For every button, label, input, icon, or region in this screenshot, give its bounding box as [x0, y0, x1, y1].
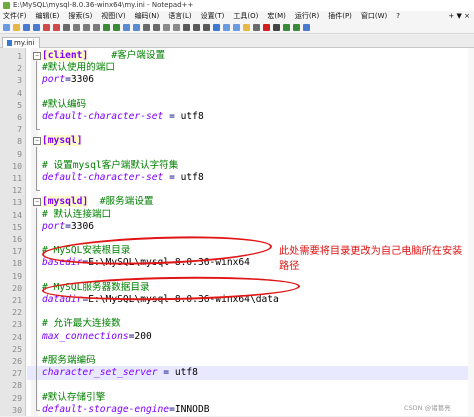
code-token-key: port	[42, 74, 66, 86]
code-text: default-storage-engine=INNODB	[42, 403, 210, 417]
menu-item[interactable]: 工具(O)	[233, 11, 258, 22]
title-bar: E:\MySQL\mysql-8.0.36-winx64\my.ini - No…	[0, 0, 474, 11]
code-token-val: 3306	[70, 220, 94, 232]
code-token-key: max_connections	[42, 330, 129, 342]
code-token-cm: #默认使用的端口	[42, 62, 115, 74]
fold-toggle-icon[interactable]: −	[33, 198, 41, 207]
fold-end-tick	[36, 409, 40, 411]
code-token-sec: [client]	[42, 50, 89, 61]
menu-item[interactable]: ?	[396, 11, 400, 22]
cut-icon[interactable]	[73, 24, 80, 31]
open-file-icon[interactable]	[13, 24, 20, 31]
redo-icon[interactable]	[113, 24, 120, 31]
code-token-val	[88, 50, 111, 61]
menu-item[interactable]: 编辑(E)	[36, 11, 60, 22]
code-token-cm: #服务端设置	[99, 196, 154, 208]
close-all-icon[interactable]	[53, 24, 60, 31]
menu-item[interactable]: 宏(M)	[267, 11, 286, 22]
paste-icon[interactable]	[93, 24, 100, 31]
code-token-val: 200	[134, 330, 152, 342]
menu-item[interactable]: 编码(N)	[135, 11, 160, 22]
indent-guide-icon[interactable]	[203, 24, 210, 31]
annotation-text: 此处需要将目录更改为自己电脑所在安装路径	[279, 246, 463, 272]
folder-ws-icon[interactable]	[243, 24, 250, 31]
code-token-key: port	[42, 220, 66, 232]
code-token-val: INNODB	[174, 403, 210, 415]
code-token-key: default-character-set	[42, 172, 164, 183]
window-controls[interactable]: + ▼ ×	[448, 11, 474, 22]
code-token-cm: # 默认连接端口	[42, 208, 112, 220]
stop-icon[interactable]	[273, 24, 280, 31]
code-line[interactable]: 30 default-storage-engine=INNODB	[0, 402, 474, 417]
close-icon[interactable]	[43, 24, 50, 31]
code-token-key: default-character-set	[42, 111, 164, 122]
code-token-val: utf8	[174, 367, 198, 379]
undo-icon[interactable]	[103, 24, 110, 31]
play-multi-icon[interactable]	[293, 24, 300, 31]
fold-toggle-icon[interactable]: −	[33, 52, 41, 60]
window-title: E:\MySQL\mysql-8.0.36-winx64\my.ini - No…	[13, 1, 194, 9]
fold-end-tick	[36, 129, 40, 131]
sync-v-icon[interactable]	[163, 24, 170, 31]
zoom-out-icon[interactable]	[153, 24, 160, 31]
sync-h-icon[interactable]	[173, 24, 180, 31]
tab-my-ini[interactable]: my.ini	[2, 37, 40, 48]
play-icon[interactable]	[283, 24, 290, 31]
menu-item[interactable]: 插件(P)	[328, 11, 352, 22]
code-token-key: character_set_server	[42, 367, 158, 379]
all-chars-icon[interactable]	[193, 24, 200, 31]
print-icon[interactable]	[63, 24, 70, 31]
copy-icon[interactable]	[83, 24, 90, 31]
vertical-scrollbar[interactable]	[468, 48, 474, 416]
menu-item[interactable]: 窗口(W)	[361, 11, 387, 22]
wrap-icon[interactable]	[183, 24, 190, 31]
editor-area[interactable]: 1− [client] #客户端设置 2 #默认使用的端口 3 port=3306 4 5 #默…	[0, 48, 474, 416]
doc-map-icon[interactable]	[223, 24, 230, 31]
code-token-sec: [mysqld]	[42, 196, 89, 208]
code-token-cm: #客户端设置	[111, 50, 166, 61]
save-macro-icon[interactable]	[303, 24, 310, 31]
monitor-icon[interactable]	[253, 24, 260, 31]
fold-end-tick	[36, 190, 40, 192]
code-token-key: default-storage-engine	[42, 403, 170, 415]
code-token-cm: #服务端编码	[42, 355, 96, 366]
menu-item[interactable]: 语言(L)	[168, 11, 191, 22]
menu-item[interactable]: 设置(T)	[201, 11, 225, 22]
tab-bar: my.ini	[0, 35, 474, 48]
func-list-icon[interactable]	[233, 24, 240, 31]
code-token-op: =	[163, 111, 181, 122]
menu-item[interactable]: 搜索(S)	[68, 11, 92, 22]
code-token-cm: # 允许最大连接数	[42, 318, 121, 330]
menu-item[interactable]: 运行(R)	[295, 11, 319, 22]
line-number: 30	[12, 404, 22, 415]
code-token-val: 3306	[70, 74, 94, 86]
watermark: CSDN @诸葛亮	[404, 404, 451, 412]
code-token-cm: #默认编码	[42, 98, 87, 110]
code-token-val: utf8	[180, 111, 204, 122]
file-tab-icon	[7, 40, 12, 46]
code-token-op: =	[157, 367, 175, 379]
code-token-cm: # 设置mysql客户端默认字符集	[42, 159, 179, 171]
tab-label: my.ini	[14, 39, 35, 47]
find-icon[interactable]	[123, 24, 130, 31]
code-token-cm: #默认存储引擎	[42, 391, 106, 403]
zoom-in-icon[interactable]	[143, 24, 150, 31]
code-token-sec: [mysql]	[42, 135, 83, 147]
menu-bar: 文件(F) 编辑(E) 搜索(S) 视图(V) 编码(N) 语言(L) 设置(T) 工具(O)…	[0, 11, 474, 22]
code-token-op: =	[163, 172, 181, 183]
save-all-icon[interactable]	[33, 24, 40, 31]
notepadpp-icon	[3, 2, 10, 9]
replace-icon[interactable]	[133, 24, 140, 31]
toolbar	[0, 22, 474, 34]
lang-icon[interactable]	[213, 24, 220, 31]
code-token-val	[88, 196, 100, 207]
fold-toggle-icon[interactable]: −	[33, 137, 41, 146]
menu-item[interactable]: 文件(F)	[3, 11, 27, 22]
record-icon[interactable]	[263, 24, 270, 31]
code-token-val: utf8	[180, 172, 204, 183]
new-file-icon[interactable]	[3, 24, 10, 31]
menu-item[interactable]: 视图(V)	[101, 11, 125, 22]
save-icon[interactable]	[23, 24, 30, 31]
